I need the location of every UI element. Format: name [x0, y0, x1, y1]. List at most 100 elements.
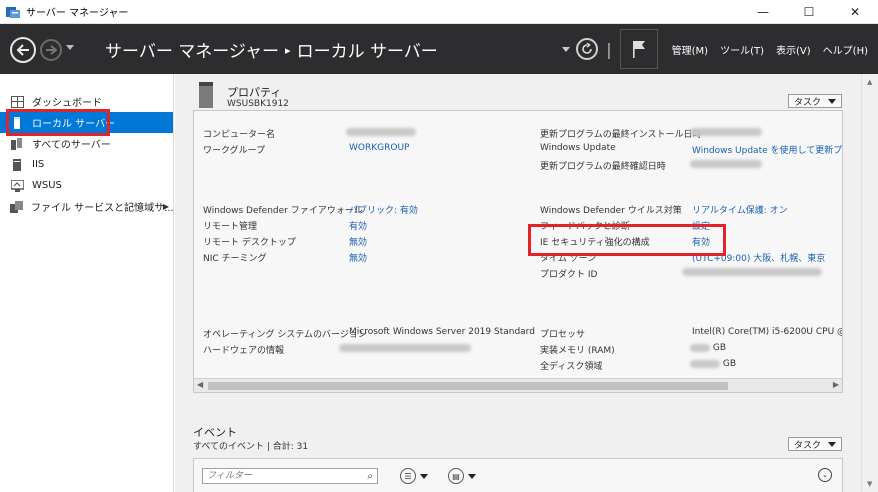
header-divider: |	[606, 39, 612, 59]
last-check-value[interactable]	[690, 159, 762, 169]
expand-collapse-button[interactable]: ⌄	[818, 468, 832, 482]
minimize-button[interactable]: —	[740, 0, 786, 24]
workgroup-link[interactable]: WORKGROUP	[349, 143, 409, 153]
sidebar-item-label: ダッシュボード	[32, 98, 102, 109]
maximize-button[interactable]: ☐	[786, 0, 832, 24]
header-bar: サーバー マネージャー ▸ ローカル サーバー | 管理(M) ツール(T) 表示(…	[0, 24, 878, 74]
dropdown-triangle-icon	[828, 442, 836, 447]
server-name: WSUSBK1912	[227, 99, 289, 109]
workgroup-label: ワークグループ	[203, 146, 266, 156]
back-button[interactable]	[10, 37, 36, 63]
flag-icon	[632, 41, 645, 58]
menu-view[interactable]: 表示(V)	[776, 42, 811, 57]
ram-label: 実装メモリ (RAM)	[540, 346, 615, 356]
notifications-button[interactable]	[619, 29, 658, 69]
remote-desktop-link[interactable]: 無効	[349, 235, 367, 248]
annotation-highlight-ie-esc	[528, 224, 726, 256]
events-filter-panel: フィルター ⌕ ☰ ▤ ⌄	[193, 458, 843, 492]
dashboard-icon	[10, 95, 24, 108]
list-options-icon[interactable]: ☰	[400, 468, 416, 484]
chevron-right-icon[interactable]: ▶	[163, 202, 169, 211]
product-id-label: プロダクト ID	[540, 270, 598, 280]
scroll-right-icon[interactable]: ▶	[833, 380, 839, 389]
processor-label: プロセッサ	[540, 330, 586, 340]
close-button[interactable]: ✕	[832, 0, 878, 24]
sidebar-item-label: ファイル サービスと記憶域サ...	[31, 203, 174, 214]
server-icon	[199, 82, 213, 108]
sidebar-item-label: すべてのサーバー	[32, 140, 111, 151]
os-version-value: Microsoft Windows Server 2019 Standard	[349, 327, 535, 337]
filter-input[interactable]: フィルター ⌕	[202, 468, 378, 484]
task-label: タスク	[794, 440, 822, 451]
sidebar-item-iis[interactable]: IIS	[0, 154, 173, 175]
last-check-label: 更新プログラムの最終確認日時	[540, 162, 666, 172]
vertical-scrollbar[interactable]: ▲ ▼	[861, 74, 878, 492]
arrow-left-icon	[16, 44, 29, 56]
properties-task-button[interactable]: タスク	[788, 94, 842, 108]
filter-placeholder: フィルター	[207, 471, 252, 481]
breadcrumb: サーバー マネージャー ▸ ローカル サーバー	[105, 37, 438, 62]
remote-management-link[interactable]: 有効	[349, 219, 367, 232]
file-services-icon	[10, 200, 23, 213]
main-content: プロパティ WSUSBK1912 タスク コンピューター名 ワークグループ WO…	[175, 74, 878, 492]
save-query-icon[interactable]: ▤	[448, 468, 464, 484]
hardware-info-label: ハードウェアの情報	[203, 346, 285, 356]
nic-teaming-label: NIC チーミング	[203, 254, 267, 264]
horizontal-scrollbar[interactable]: ◀ ▶	[194, 378, 842, 392]
breadcrumb-separator: ▸	[285, 44, 291, 57]
computer-name-value[interactable]	[346, 127, 416, 137]
arrow-right-icon	[46, 45, 57, 55]
events-subtitle: すべてのイベント | 合計: 31	[193, 442, 309, 452]
scroll-thumb[interactable]	[208, 382, 728, 390]
refresh-button[interactable]	[576, 38, 599, 60]
forward-button[interactable]	[40, 39, 62, 61]
disk-label: 全ディスク領域	[540, 362, 603, 372]
hardware-info-value	[339, 343, 471, 353]
last-install-value[interactable]	[690, 127, 762, 137]
defender-av-link[interactable]: リアルタイム保護: オン	[692, 203, 788, 216]
iis-icon	[10, 158, 24, 171]
properties-panel: コンピューター名 ワークグループ WORKGROUP Windows Defen…	[193, 110, 843, 393]
refresh-dropdown-icon[interactable]	[562, 46, 571, 52]
refresh-icon	[582, 43, 593, 54]
scroll-down-icon[interactable]: ▼	[867, 480, 872, 488]
sidebar-item-all-servers[interactable]: すべてのサーバー	[0, 133, 173, 154]
remote-desktop-label: リモート デスクトップ	[203, 238, 296, 248]
sidebar-item-wsus[interactable]: WSUS	[0, 175, 173, 196]
nic-teaming-link[interactable]: 無効	[349, 251, 367, 264]
scroll-left-icon[interactable]: ◀	[197, 380, 203, 389]
firewall-label: Windows Defender ファイアウォール	[203, 206, 363, 216]
windows-update-link[interactable]: Windows Update を使用して更新プロ	[692, 143, 842, 156]
defender-av-label: Windows Defender ウイルス対策	[540, 206, 682, 216]
breadcrumb-current: ローカル サーバー	[296, 42, 438, 62]
sidebar: ダッシュボード ローカル サーバー すべてのサーバー IIS WSUS ファイル…	[0, 74, 174, 492]
menu-manage[interactable]: 管理(M)	[672, 42, 708, 57]
events-task-button[interactable]: タスク	[788, 437, 842, 451]
menu-help[interactable]: ヘルプ(H)	[823, 42, 868, 57]
remote-management-label: リモート管理	[203, 222, 258, 232]
save-query-dropdown-icon[interactable]	[468, 474, 476, 479]
history-dropdown-icon[interactable]	[66, 45, 74, 50]
firewall-link[interactable]: パブリック: 有効	[349, 203, 418, 216]
servers-icon	[10, 137, 24, 150]
sidebar-item-file-services[interactable]: ファイル サービスと記憶域サ... ▶	[0, 196, 174, 217]
sidebar-item-label: IIS	[32, 159, 45, 170]
properties-title: プロパティ	[227, 86, 282, 99]
server-manager-app-icon	[6, 6, 20, 18]
dropdown-triangle-icon	[828, 99, 836, 104]
breadcrumb-root[interactable]: サーバー マネージャー	[105, 42, 279, 62]
menu-tools[interactable]: ツール(T)	[720, 42, 764, 57]
window-title: サーバー マネージャー	[26, 8, 129, 19]
search-icon[interactable]: ⌕	[367, 470, 373, 484]
scroll-up-icon[interactable]: ▲	[867, 78, 872, 86]
sidebar-item-label: WSUS	[32, 180, 62, 191]
events-title: イベント	[193, 426, 237, 439]
ram-value: GB	[690, 343, 726, 353]
os-version-label: オペレーティング システムのバージョン	[203, 330, 367, 340]
title-bar: サーバー マネージャー — ☐ ✕	[0, 0, 878, 24]
list-options-dropdown-icon[interactable]	[420, 474, 428, 479]
disk-value: GB	[690, 359, 736, 369]
wsus-icon	[10, 179, 24, 192]
computer-name-label: コンピューター名	[203, 130, 276, 140]
product-id-value[interactable]	[682, 267, 822, 277]
